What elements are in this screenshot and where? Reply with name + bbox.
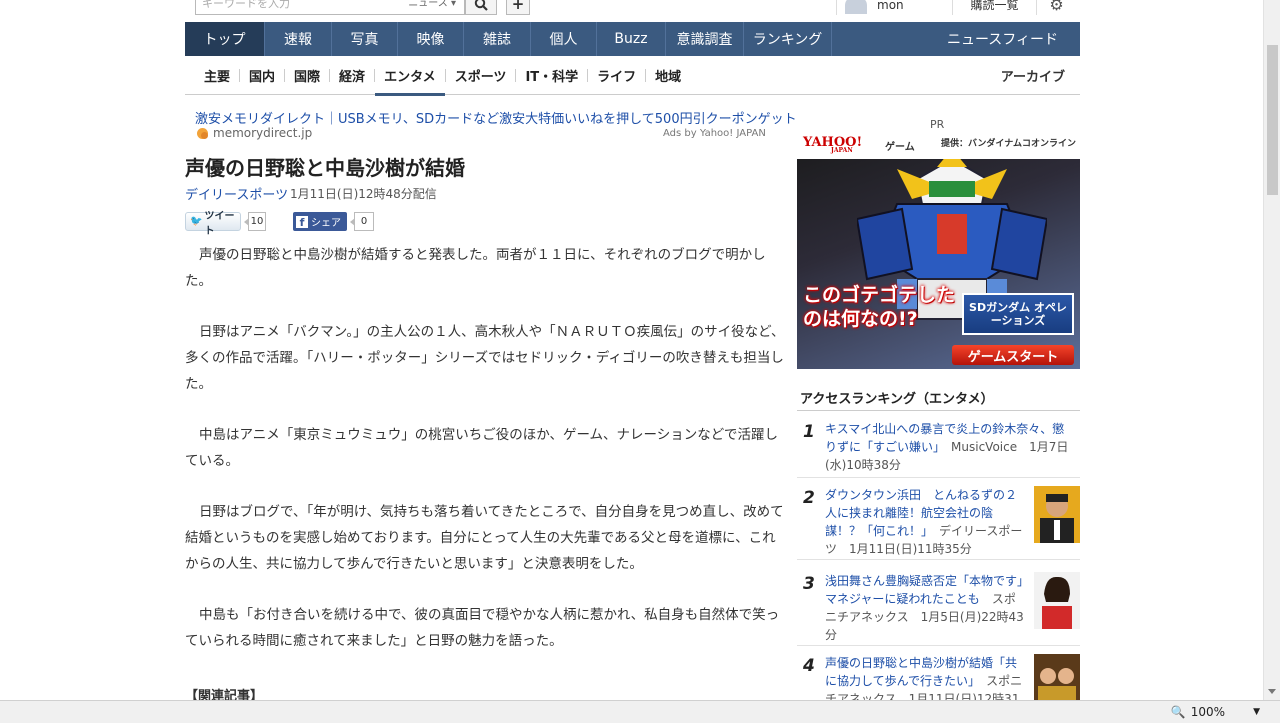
link-icon [197,127,208,139]
article-title: 声優の日野聡と中島沙樹が結婚 [185,156,465,180]
rank-number: 4 [803,656,815,676]
banner-catchphrase: このゴテゴテしたのは何なの!? [803,284,956,330]
search-scope-select[interactable]: ニュース ▾ [408,0,456,11]
rank-number: 3 [803,574,815,594]
game-label: ゲーム [885,142,915,153]
article-paragraph: 日野はブログで、「年が明け、気持ちも落ち着いてきたところで、自分自身を見つめ直し… [185,504,784,572]
top-search-bar: キーワードを入力 ニュース ▾ + mon 購読一覧 ⚙ [0,0,1263,18]
scroll-down-arrow-icon[interactable] [1268,689,1276,694]
twitter-bird-icon: 🐦 [190,216,203,227]
search-placeholder: キーワードを入力 [202,0,290,10]
rank-number: 2 [803,488,815,508]
category-tab[interactable]: ライフ [588,56,645,95]
main-nav-tab[interactable]: 個人 [531,22,597,56]
category-tab[interactable]: 国内 [240,56,284,95]
facebook-icon: f [296,215,308,228]
add-button[interactable]: + [506,0,530,15]
main-nav-tab[interactable]: 映像 [398,22,464,56]
tweet-count: 10 [244,212,266,231]
share-count: 0 [350,212,374,231]
game-logo: SDガンダム オペレーションズ [962,293,1074,335]
category-nav: 主要 国内 国際 経済 エンタメ スポーツ IT・科学 ライフ 地域 アーカイブ [185,56,1080,96]
user-menu[interactable]: mon [836,0,952,15]
zoom-level: 100% [1190,705,1226,719]
zoom-control[interactable]: 🔍 100% ▼ [1171,705,1260,719]
category-tab[interactable]: IT・科学 [516,56,587,95]
main-nav-tab[interactable]: 写真 [332,22,398,56]
rank-link[interactable]: 浅田舞さん豊胸疑惑否定「本物です」マネジャーに疑われたことも スポニチアネックス… [825,572,1025,644]
ranking-item[interactable]: 2 ダウンタウン浜田 とんねるずの２人に挟まれ離陸！航空会社の陰謀！？「何これ！… [797,486,1080,560]
scrollbar-thumb[interactable] [1267,45,1278,195]
ranking-title: アクセスランキング（エンタメ） [800,392,994,407]
rank-thumbnail [1034,486,1080,543]
ad-domain[interactable]: memorydirect.jp [197,126,312,140]
category-tab[interactable]: 経済 [330,56,374,95]
article-paragraph: 中島も「お付き合いを続ける中で、彼の真面目で穏やかな人柄に惹かれ、私自身も自然体… [185,607,780,649]
article-paragraph: 日野はアニメ「バクマン。」の主人公の１人、高木秋人や「ＮＡＲＵＴＯ疾風伝」のサイ… [185,324,785,392]
banner-sponsor: 提供：バンダイナムコオンライン [940,139,1076,149]
pr-label: PR [930,118,945,131]
main-nav-tab[interactable]: Buzz [597,22,666,56]
rank-link[interactable]: キスマイ北山への暴言で炎上の鈴木奈々、懲りずに「すごい嫌い」 MusicVoic… [825,420,1075,474]
search-input[interactable]: キーワードを入力 ニュース ▾ [195,0,465,15]
browser-status-bar: 🔍 100% ▼ [0,700,1280,723]
main-nav-tab[interactable]: 速報 [265,22,332,56]
user-name: mon [877,0,904,12]
game-ad-banner[interactable]: YAHOO! JAPAN ゲーム 提供：バンダイナムコオンライン このゴテゴテした… [797,133,1080,369]
vertical-scrollbar[interactable] [1263,0,1280,700]
article-paragraph: 中島はアニメ「東京ミュウミュウ」の桃宮いちご役のほか、ゲーム、ナレーションなどで… [185,427,779,469]
ranking-item[interactable]: 3 浅田舞さん豊胸疑惑否定「本物です」マネジャーに疑われたことも スポニチアネッ… [797,572,1080,646]
article-date: 1月11日(日)12時48分配信 [290,187,437,201]
rank-thumbnail [1034,572,1080,629]
main-nav-tab[interactable]: 雑誌 [464,22,531,56]
article-paragraph: 声優の日野聡と中島沙樹が結婚すると発表した。両者が１１日に、それぞれのブログで明… [185,247,766,289]
search-button[interactable] [465,0,497,15]
category-tab[interactable]: 地域 [646,56,690,95]
rank-number: 1 [803,422,815,442]
article-source-link[interactable]: デイリースポーツ [185,184,288,203]
ranking-item[interactable]: 1 キスマイ北山への暴言で炎上の鈴木奈々、懲りずに「すごい嫌い」 MusicVo… [797,420,1080,478]
gear-icon: ⚙ [1049,0,1064,14]
rank-link[interactable]: ダウンタウン浜田 とんねるずの２人に挟まれ離陸！航空会社の陰謀！？「何これ！」 … [825,486,1025,558]
news-feed-tab[interactable]: ニュースフィード [925,22,1080,56]
ads-by-label[interactable]: Ads by Yahoo! JAPAN [663,128,766,139]
tweet-button[interactable]: 🐦 ツイート [185,211,241,237]
category-tab[interactable]: エンタメ [375,56,445,96]
subscription-list-button[interactable]: 購読一覧 [952,0,1036,15]
category-tab[interactable]: 国際 [285,56,329,95]
facebook-share-button[interactable]: f シェア [293,212,347,231]
ranking-divider [797,410,1080,411]
article-body: 声優の日野聡と中島沙樹が結婚すると発表した。両者が１１日に、それぞれのブログで明… [185,242,785,679]
main-nav-tab[interactable]: 意識調査 [666,22,744,56]
ad-link[interactable]: 激安メモリダイレクト｜USBメモリ、SDカードなど激安大特価いいねを押して500… [195,108,797,127]
zoom-icon: 🔍 [1170,705,1186,719]
avatar [845,0,867,14]
category-tab[interactable]: 主要 [195,56,239,95]
yahoo-logo: YAHOO! JAPAN [803,135,863,154]
main-nav-tab[interactable]: トップ [185,22,265,56]
main-nav-tab[interactable]: ランキング [744,22,832,56]
search-icon [474,0,488,11]
main-nav: トップ 速報 写真 映像 雑誌 個人 Buzz 意識調査 ランキング ニュースフィード [185,22,1080,56]
category-tab[interactable]: スポーツ [446,56,516,95]
chevron-down-icon: ▼ [1253,707,1260,717]
archive-link[interactable]: アーカイブ [1001,66,1065,85]
settings-button[interactable]: ⚙ [1036,0,1076,15]
game-start-button[interactable]: ゲームスタート [952,345,1074,365]
